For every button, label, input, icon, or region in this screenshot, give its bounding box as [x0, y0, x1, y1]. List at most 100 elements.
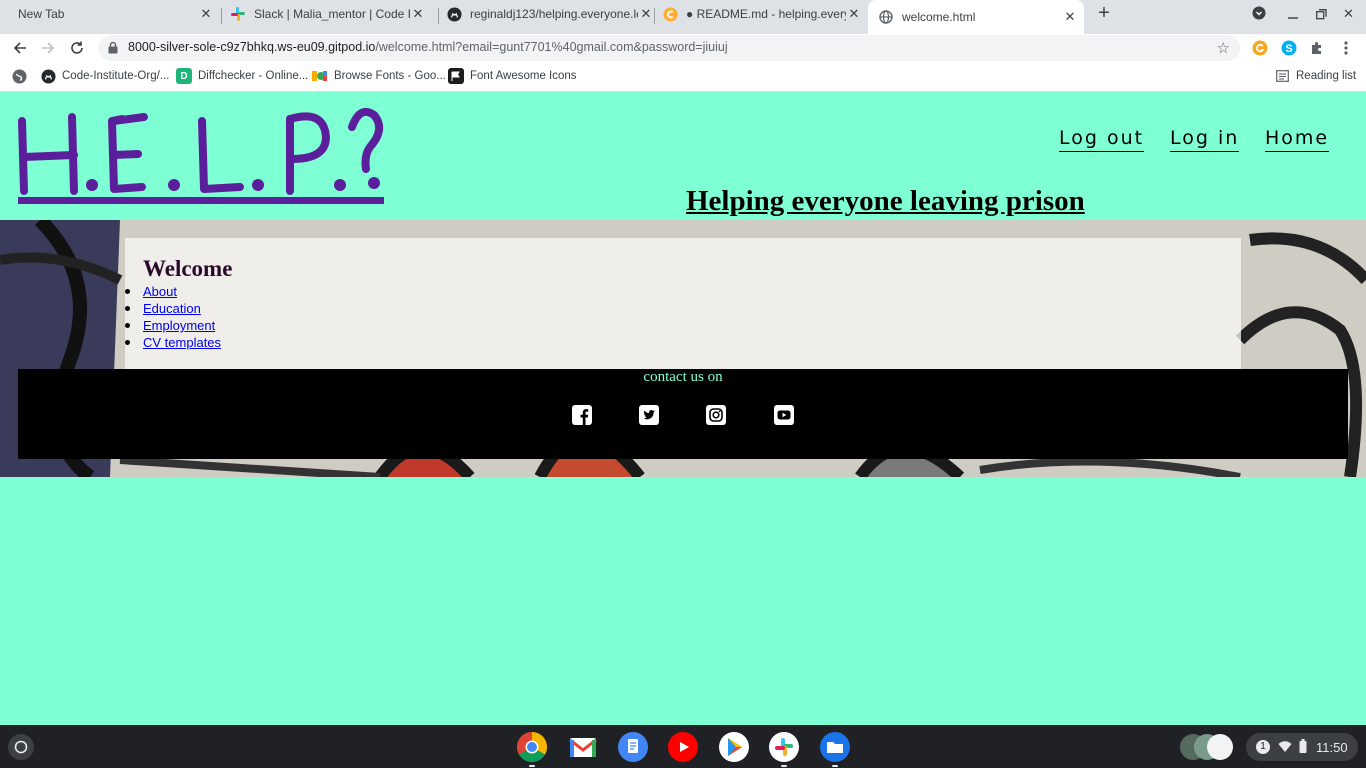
skype-extension-icon[interactable]: S — [1280, 39, 1298, 57]
bullet — [125, 323, 130, 328]
apps-shortcut[interactable] — [11, 68, 33, 84]
running-indicator — [529, 765, 535, 767]
github-icon — [446, 6, 462, 22]
reading-list-icon — [1274, 68, 1290, 84]
minimize-icon[interactable] — [1288, 6, 1298, 23]
youtube-icon[interactable] — [774, 405, 794, 425]
grammarly-extension-icon[interactable] — [1251, 39, 1269, 57]
site-footer: contact us on — [18, 369, 1348, 459]
reading-list-label: Reading list — [1296, 70, 1357, 82]
tab-title: reginaldj123/helping.everyone.le — [470, 7, 638, 21]
browser-toolbar: 8000-silver-sole-c9z7bhkq.ws-eu09.gitpod… — [0, 34, 1366, 62]
welcome-link-list: About Education Employment CV templates — [125, 283, 221, 351]
welcome-panel: Welcome About Education Employment CV te… — [125, 238, 1241, 369]
docs-icon[interactable] — [617, 731, 649, 763]
bookmark-star-icon[interactable]: ☆ — [1217, 39, 1230, 57]
forward-icon[interactable] — [38, 38, 58, 58]
tab-gitpod-readme[interactable]: ● README.md - helping.everyone ✕ — [662, 0, 868, 28]
nav-log-out[interactable]: Log out — [1059, 127, 1145, 152]
apps-globe-icon — [11, 68, 27, 84]
diffchecker-icon: D — [176, 68, 192, 84]
twitter-icon[interactable] — [639, 405, 659, 425]
reload-icon[interactable] — [67, 38, 87, 58]
tab-strip: New Tab ✕ Slack | Malia_mentor | Code In… — [0, 0, 1366, 34]
holding-space-thumbnails[interactable] — [1178, 732, 1238, 762]
tab-github[interactable]: reginaldj123/helping.everyone.le ✕ — [446, 0, 660, 28]
help-logo[interactable] — [14, 99, 386, 207]
gmail-icon[interactable] — [567, 731, 599, 763]
play-store-icon[interactable] — [718, 731, 750, 763]
url-text[interactable]: 8000-silver-sole-c9z7bhkq.ws-eu09.gitpod… — [128, 40, 728, 54]
restore-icon[interactable] — [1316, 8, 1327, 23]
bookmark-font-awesome[interactable]: Font Awesome Icons — [448, 68, 577, 84]
bookmark-label: Diffchecker - Online... — [198, 70, 309, 82]
reading-list-button[interactable]: Reading list — [1274, 68, 1356, 84]
instagram-icon[interactable] — [706, 405, 726, 425]
wifi-icon — [1278, 740, 1292, 758]
new-tab-button[interactable]: + — [1094, 3, 1114, 24]
nav-home[interactable]: Home — [1265, 127, 1330, 152]
more-menu-icon[interactable] — [1337, 39, 1355, 57]
clock: 11:50 — [1316, 740, 1348, 755]
launcher-button[interactable] — [8, 734, 34, 760]
svg-text:S: S — [1285, 43, 1292, 55]
bookmark-google-fonts[interactable]: Browse Fonts - Goo... — [312, 68, 446, 84]
facebook-icon[interactable] — [572, 405, 592, 425]
bookmark-label: Font Awesome Icons — [470, 70, 577, 82]
status-tray[interactable]: 1 11:50 — [1246, 733, 1358, 761]
bookmark-label: Code-Institute-Org/... — [62, 70, 170, 82]
globe-icon — [878, 9, 894, 25]
tab-separator — [438, 8, 439, 24]
tab-search-icon[interactable] — [1252, 6, 1266, 23]
running-indicator — [781, 765, 787, 767]
tab-separator — [221, 8, 222, 24]
tab-new-tab[interactable]: New Tab ✕ — [8, 0, 220, 28]
files-icon[interactable] — [819, 731, 851, 763]
notification-badge: 1 — [1256, 740, 1270, 754]
close-icon[interactable]: ✕ — [846, 6, 862, 22]
url-host: 8000-silver-sole-c9z7bhkq.ws-eu09.gitpod… — [128, 40, 376, 54]
link-education[interactable]: Education — [143, 301, 201, 316]
chrome-icon[interactable] — [516, 731, 548, 763]
contact-text: contact us on — [643, 369, 723, 385]
site-heading: Helping everyone leaving prison — [686, 185, 1085, 217]
tab-title: welcome.html — [902, 10, 976, 24]
tab-welcome[interactable]: welcome.html ✕ — [868, 0, 1084, 34]
close-window-icon[interactable]: ✕ — [1343, 6, 1354, 22]
slack-app-icon[interactable] — [768, 731, 800, 763]
web-page: Log out Log in Home Helping everyone lea… — [0, 93, 1366, 725]
bullet — [125, 289, 130, 294]
list-item: Education — [125, 300, 221, 317]
link-cv-templates[interactable]: CV templates — [143, 335, 221, 350]
tab-title: Slack | Malia_mentor | Code Instit — [254, 7, 410, 21]
bookmark-diffchecker[interactable]: D Diffchecker - Online... — [176, 68, 308, 84]
nav-log-in[interactable]: Log in — [1170, 127, 1240, 152]
link-employment[interactable]: Employment — [143, 318, 215, 333]
lock-icon[interactable] — [108, 41, 118, 54]
bullet — [125, 340, 130, 345]
extensions-puzzle-icon[interactable] — [1308, 39, 1326, 57]
bullet — [125, 306, 130, 311]
list-item: CV templates — [125, 334, 221, 351]
github-icon — [40, 68, 56, 84]
close-icon[interactable]: ✕ — [410, 6, 426, 22]
welcome-title: Welcome — [143, 256, 233, 281]
tab-title: New Tab — [18, 7, 65, 21]
tab-slack[interactable]: Slack | Malia_mentor | Code Instit ✕ — [230, 0, 432, 28]
bookmark-code-institute[interactable]: Code-Institute-Org/... — [40, 68, 169, 84]
close-icon[interactable]: ✕ — [198, 6, 214, 22]
font-awesome-icon — [448, 68, 464, 84]
youtube-app-icon[interactable] — [667, 731, 699, 763]
close-icon[interactable]: ✕ — [638, 6, 654, 22]
link-about[interactable]: About — [143, 284, 177, 299]
gitpod-icon — [662, 6, 678, 22]
close-icon[interactable]: ✕ — [1062, 9, 1078, 25]
back-icon[interactable] — [10, 38, 30, 58]
address-bar[interactable]: 8000-silver-sole-c9z7bhkq.ws-eu09.gitpod… — [98, 35, 1240, 61]
bookmarks-bar: Code-Institute-Org/... D Diffchecker - O… — [0, 62, 1366, 92]
tab-separator — [654, 8, 655, 24]
slack-icon — [230, 6, 246, 22]
running-indicator — [832, 765, 838, 767]
battery-icon — [1299, 739, 1307, 758]
tab-title: ● README.md - helping.everyone — [686, 7, 846, 21]
